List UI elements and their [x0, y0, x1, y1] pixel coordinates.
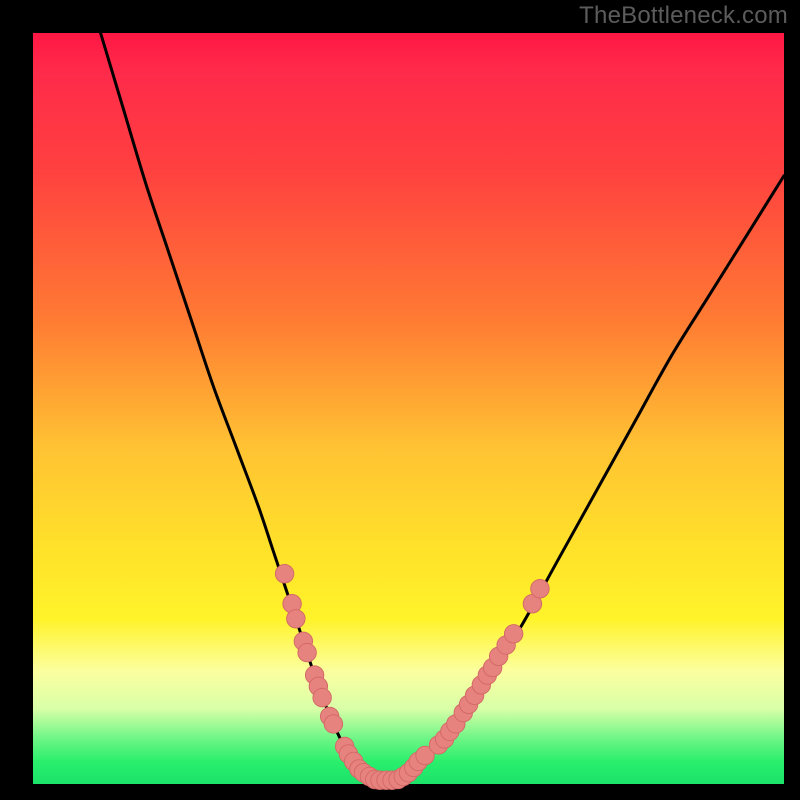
bottleneck-curve	[101, 33, 784, 781]
curve-marker	[324, 715, 342, 733]
curve-marker	[531, 580, 549, 598]
curve-markers	[275, 565, 549, 790]
curve-marker	[313, 688, 331, 706]
curve-marker	[275, 565, 293, 583]
watermark-label: TheBottleneck.com	[579, 2, 788, 30]
curve-marker	[287, 610, 305, 628]
curve-marker	[298, 643, 316, 661]
curve-layer	[33, 33, 784, 784]
curve-marker	[504, 625, 522, 643]
plot-area	[33, 33, 784, 784]
chart-frame: TheBottleneck.com	[0, 0, 800, 800]
